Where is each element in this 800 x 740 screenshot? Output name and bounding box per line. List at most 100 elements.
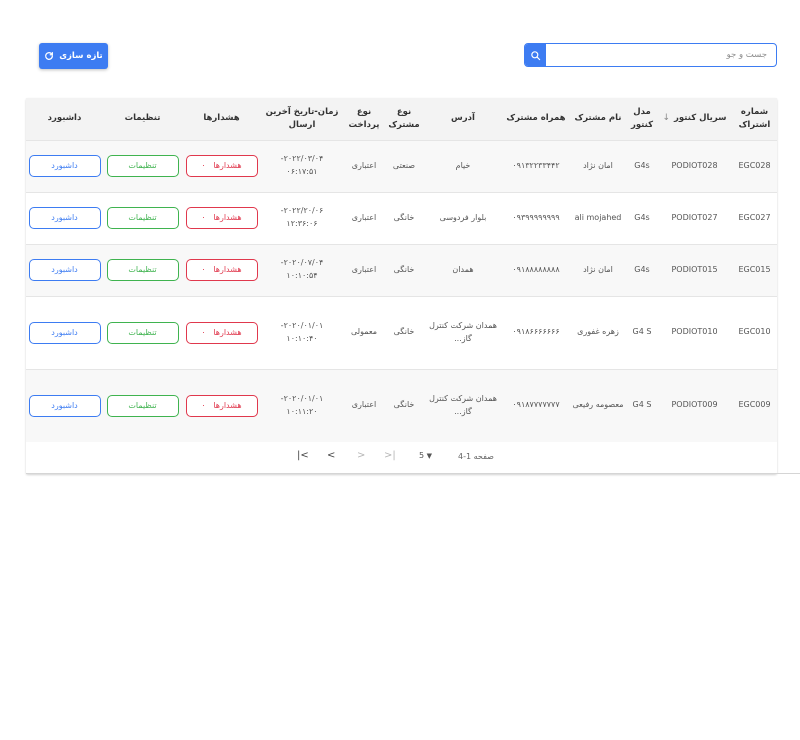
cell-payment-type: اعتباری — [343, 368, 385, 442]
cell-phone: ۰۹۱۸۶۶۶۶۶۶۶ — [503, 295, 569, 369]
cell-settings: تنظیمات — [103, 368, 182, 442]
refresh-label: تازه سازی — [59, 51, 103, 61]
col-phone[interactable]: همراه مشترک — [503, 98, 569, 140]
table-row[interactable]: EGC027 PODIOT027 G4s ali mojahed ۰۹۳۹۹۹۹… — [26, 191, 777, 244]
col-serial-label: سریال کنتور — [674, 113, 727, 124]
cell-payment-type: اعتباری — [343, 191, 385, 244]
refresh-icon — [45, 52, 54, 60]
search-button[interactable] — [525, 44, 546, 66]
col-subscription[interactable]: شماره اشتراک — [732, 98, 777, 140]
col-model[interactable]: مدل کنتور — [627, 98, 657, 140]
col-dashboard: داشبورد — [47, 113, 82, 124]
cell-phone: ۰۹۱۸۷۷۷۷۷۷۷ — [503, 368, 569, 442]
settings-button[interactable]: تنظیمات — [106, 207, 179, 229]
cell-alarms: هشدارها ۰ — [182, 295, 261, 369]
settings-button[interactable]: تنظیمات — [106, 394, 179, 417]
cell-customer-type: خانگی — [385, 243, 423, 296]
cell-phone: ۰۹۳۹۹۹۹۹۹۹۹ — [503, 191, 569, 244]
alarm-count: ۰ — [201, 213, 206, 222]
meters-table-card: شماره اشتراک سریال کنتور ↓ مدل کنتور نام … — [26, 98, 777, 474]
table-row[interactable]: EGC015 PODIOT015 G4s امان نژاد ۰۹۱۸۸۸۸۸۸… — [26, 243, 777, 296]
dashboard-button[interactable]: داشبورد — [28, 259, 101, 281]
col-address[interactable]: آدرس — [423, 98, 503, 140]
cell-serial: PODIOT009 — [657, 368, 732, 442]
alarms-button-label: هشدارها — [213, 400, 242, 410]
alarms-button-label: هشدارها — [213, 213, 242, 222]
cell-dashboard: داشبورد — [26, 368, 103, 442]
last-page-icon[interactable]: >| — [384, 450, 396, 461]
alarm-count: ۰ — [201, 161, 206, 170]
table-row[interactable]: EGC009 PODIOT009 G4 S معصومه رفیعی ۰۹۱۸۷… — [26, 368, 777, 442]
cell-serial: PODIOT028 — [657, 139, 732, 192]
dashboard-button[interactable]: داشبورد — [28, 394, 101, 417]
cell-address: همدان شرکت کنترل گاز... — [423, 295, 503, 369]
col-name[interactable]: نام مشترک — [569, 98, 627, 140]
cell-dashboard: داشبورد — [26, 191, 103, 244]
cell-last-send: ۲۰۲۰/۰۷/۰۴- ۱۰:۱۰:۵۴ — [261, 243, 343, 296]
cell-name: امان نژاد — [569, 243, 627, 296]
arrow-down-icon[interactable]: ↓ — [662, 112, 670, 126]
alarm-count: ۰ — [201, 327, 206, 337]
caret-down-icon: ▼ — [426, 452, 433, 460]
alarms-button[interactable]: هشدارها ۰ — [185, 207, 258, 229]
alarms-button[interactable]: هشدارها ۰ — [185, 259, 258, 281]
dashboard-button[interactable]: داشبورد — [28, 207, 101, 229]
cell-name: معصومه رفیعی — [569, 368, 627, 442]
cell-payment-type: معمولی — [343, 295, 385, 369]
cell-dashboard: داشبورد — [26, 243, 103, 296]
dashboard-button[interactable]: داشبورد — [28, 155, 101, 177]
cell-alarms: هشدارها ۰ — [182, 243, 261, 296]
settings-button[interactable]: تنظیمات — [106, 321, 179, 344]
page-range-label: صفحه 1-4 — [458, 452, 494, 461]
pagination: |< < > >| 5 ▼ صفحه 1-4 — [26, 444, 777, 472]
col-customer-type[interactable]: نوع مشترک — [385, 98, 423, 140]
cell-payment-type: اعتباری — [343, 139, 385, 192]
col-alarms: هشدارها — [203, 113, 240, 124]
col-payment-type[interactable]: نوع پرداخت — [343, 98, 385, 140]
cell-model: G4s — [627, 139, 657, 192]
first-page-icon[interactable]: |< — [297, 450, 309, 461]
cell-last-send: ۲۰۲۰/۰۱/۰۱- ۱۰:۱۱:۲۰ — [261, 368, 343, 442]
cell-phone: ۰۹۱۳۲۲۳۳۴۴۲ — [503, 139, 569, 192]
search-input[interactable] — [547, 44, 776, 66]
col-serial[interactable]: سریال کنتور ↓ — [657, 98, 732, 140]
alarms-button-label: هشدارها — [213, 161, 242, 170]
cell-subscription: EGC028 — [732, 139, 777, 192]
cell-customer-type: خانگی — [385, 295, 423, 369]
settings-button[interactable]: تنظیمات — [106, 155, 179, 177]
settings-button[interactable]: تنظیمات — [106, 259, 179, 281]
alarms-button[interactable]: هشدارها ۰ — [185, 155, 258, 177]
alarms-button-label: هشدارها — [213, 265, 242, 274]
cell-settings: تنظیمات — [103, 295, 182, 369]
cell-subscription: EGC015 — [732, 243, 777, 296]
chevron-left-icon[interactable]: < — [327, 450, 335, 461]
cell-dashboard: داشبورد — [26, 139, 103, 192]
chevron-right-icon[interactable]: > — [357, 450, 365, 461]
alarm-count: ۰ — [201, 265, 206, 274]
alarms-button[interactable]: هشدارها ۰ — [185, 394, 258, 417]
cell-model: G4 S — [627, 368, 657, 442]
cell-serial: PODIOT010 — [657, 295, 732, 369]
cell-address: خیام — [423, 139, 503, 192]
alarms-button[interactable]: هشدارها ۰ — [185, 321, 258, 344]
col-last-send[interactable]: زمان-تاریخ آخرین ارسال — [261, 98, 343, 140]
cell-alarms: هشدارها ۰ — [182, 191, 261, 244]
table-row[interactable]: EGC010 PODIOT010 G4 S زهره غفوری ۰۹۱۸۶۶۶… — [26, 295, 777, 369]
cell-alarms: هشدارها ۰ — [182, 368, 261, 442]
dashboard-button[interactable]: داشبورد — [28, 321, 101, 344]
table-header-row: شماره اشتراک سریال کنتور ↓ مدل کنتور نام … — [26, 98, 777, 140]
cell-name: ali mojahed — [569, 191, 627, 244]
cell-customer-type: خانگی — [385, 368, 423, 442]
refresh-button[interactable]: تازه سازی — [39, 43, 108, 69]
rows-per-page-select[interactable]: 5 ▼ — [419, 451, 432, 460]
alarm-count: ۰ — [201, 400, 206, 410]
table-row[interactable]: EGC028 PODIOT028 G4s امان نژاد ۰۹۱۳۲۲۳۳۴… — [26, 139, 777, 192]
cell-settings: تنظیمات — [103, 191, 182, 244]
cell-model: G4s — [627, 243, 657, 296]
col-settings: تنظیمات — [124, 113, 161, 124]
cell-settings: تنظیمات — [103, 139, 182, 192]
cell-address: بلوار فردوسی — [423, 191, 503, 244]
cell-dashboard: داشبورد — [26, 295, 103, 369]
cell-serial: PODIOT027 — [657, 191, 732, 244]
cell-settings: تنظیمات — [103, 243, 182, 296]
